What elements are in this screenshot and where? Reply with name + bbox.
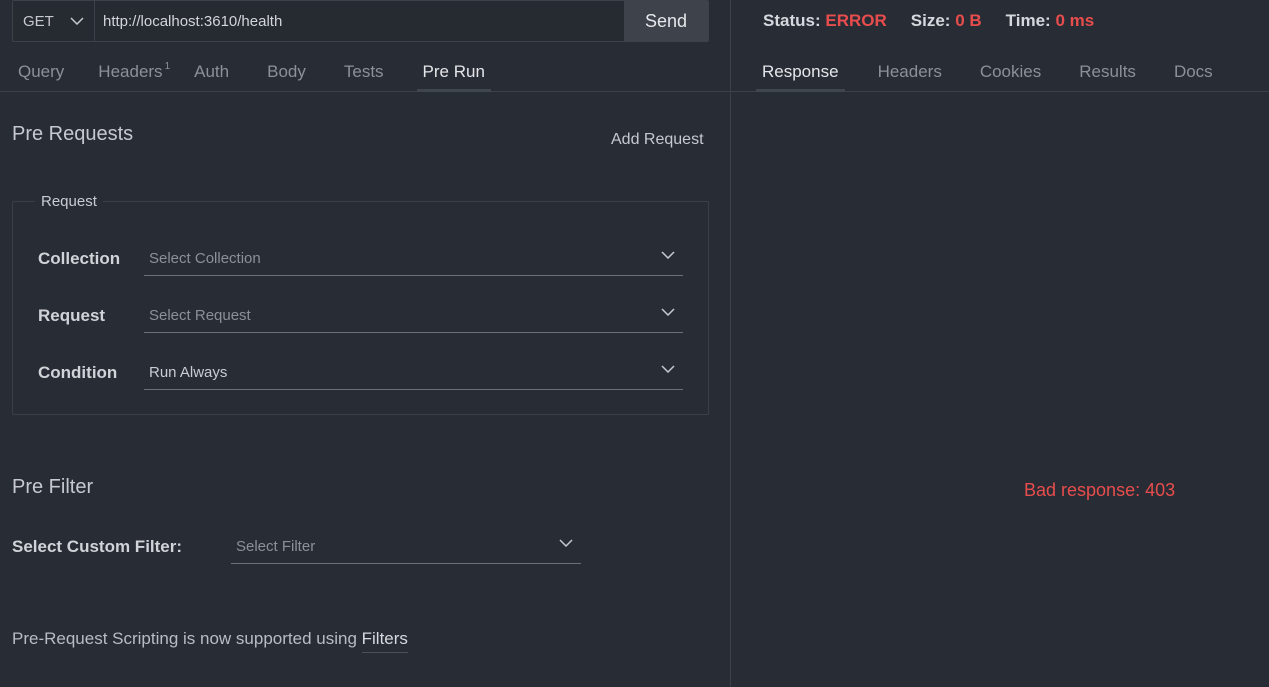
status-label: Status: [763,11,821,30]
tab-pre-run[interactable]: Pre Run [416,52,492,92]
collection-label: Collection [38,249,121,268]
tab-query[interactable]: Query [12,52,70,91]
request-row: Request Select Request [38,299,683,333]
tab-tests[interactable]: Tests [338,52,390,91]
chevron-down-icon [70,17,84,25]
request-group-legend: Request [41,193,97,210]
size-label: Size: [910,11,951,30]
tab-label: Headers [98,61,163,81]
size-indicator: Size: 0 B [911,11,982,31]
tab-auth[interactable]: Auth [188,52,235,91]
time-label: Time: [1005,11,1051,30]
tab-body[interactable]: Body [261,52,312,91]
tab-label: Tests [343,61,384,81]
collection-row: Collection Select Collection [38,242,683,276]
size-value: 0 B [955,11,982,30]
collection-select[interactable]: Select Collection [144,242,683,276]
collection-placeholder: Select Collection [149,250,261,267]
filters-link[interactable]: Filters [361,629,408,653]
request-select[interactable]: Select Request [144,299,683,333]
chevron-down-icon [661,365,675,373]
scripting-note-text: Pre-Request Scripting is now supported u… [12,629,362,648]
url-bar: GET Send [12,0,709,42]
headers-count-badge: 1 [164,61,171,72]
status-bar: Status: ERROR Size: 0 B Time: 0 ms [763,11,1118,31]
tab-headers[interactable]: Headers 1 [92,52,176,91]
request-placeholder: Select Request [149,307,251,324]
method-label: GET [23,12,54,30]
tab-label: Response [762,61,839,81]
app-root: GET Send Query Headers 1 Auth Body [0,0,1269,687]
tab-label: Results [1079,61,1136,81]
chevron-down-icon [661,251,675,259]
tab-response-headers[interactable]: Headers [872,52,948,91]
tab-label: Auth [194,61,230,81]
response-pane: Status: ERROR Size: 0 B Time: 0 ms Respo… [731,0,1269,687]
tab-label: Pre Run [422,61,485,81]
tab-label: Docs [1173,61,1213,81]
request-label: Request [38,306,106,325]
time-indicator: Time: 0 ms [1006,11,1095,31]
tab-docs[interactable]: Docs [1168,52,1219,91]
tab-label: Body [267,61,306,81]
pre-filter-title: Pre Filter [12,476,94,498]
status-value: ERROR [825,11,887,30]
chevron-down-icon [559,539,573,547]
condition-label: Condition [38,363,118,382]
condition-value: Run Always [149,364,228,381]
scripting-note: Pre-Request Scripting is now supported u… [12,629,408,653]
method-select[interactable]: GET [13,1,95,41]
tab-label: Query [18,61,65,81]
response-tabs: Response Headers Cookies Results Docs [731,52,1269,92]
status-indicator: Status: ERROR [763,11,887,31]
tab-results[interactable]: Results [1073,52,1142,91]
tab-cookies[interactable]: Cookies [974,52,1047,91]
condition-select[interactable]: Run Always [144,356,683,390]
custom-filter-row: Select Custom Filter: Select Filter [12,530,581,564]
pre-requests-title: Pre Requests [12,123,134,145]
filter-placeholder: Select Filter [236,538,316,555]
time-value: 0 ms [1055,11,1095,30]
tab-response[interactable]: Response [756,52,845,92]
custom-filter-select[interactable]: Select Filter [231,530,581,564]
request-pane: GET Send Query Headers 1 Auth Body [0,0,730,687]
custom-filter-label: Select Custom Filter: [12,537,183,556]
tab-label: Headers [877,61,942,81]
condition-row: Condition Run Always [38,356,683,390]
request-group: Request Collection Select Collection Req… [12,193,709,415]
tab-label: Cookies [979,61,1042,81]
url-input[interactable] [95,1,624,41]
send-button[interactable]: Send [624,1,708,41]
add-request-button[interactable]: Add Request [611,131,704,149]
chevron-down-icon [661,308,675,316]
request-tabs: Query Headers 1 Auth Body Tests Pre Run [0,52,730,92]
response-error-message: Bad response: 403 [1024,480,1176,500]
